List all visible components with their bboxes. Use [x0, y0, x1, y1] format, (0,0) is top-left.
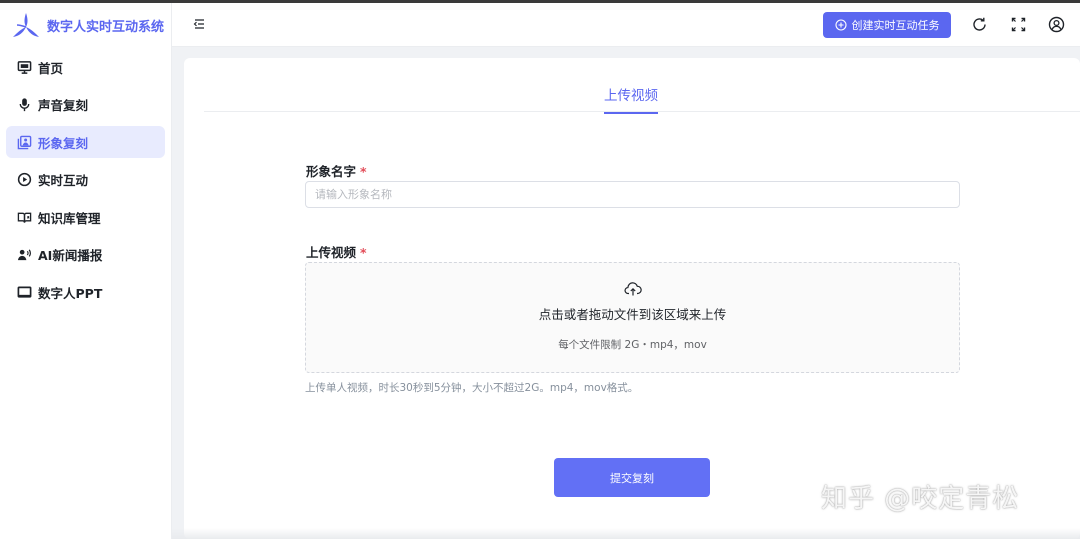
sidebar-item-ppt[interactable]: 数字人PPT: [6, 276, 165, 308]
sidebar: 数字人实时互动系统 首页 声音复刻 形象复刻 实时互动 知识库管理 AI新闻播报…: [0, 3, 172, 539]
app-title: 数字人实时互动系统: [47, 19, 165, 35]
portrait-stack-icon: [16, 134, 32, 150]
sidebar-item-label: AI新闻播报: [38, 248, 103, 263]
logo-icon: [13, 13, 39, 37]
create-task-button[interactable]: 创建实时互动任务: [823, 12, 951, 38]
sidebar-item-label: 形象复刻: [38, 135, 89, 151]
sidebar-item-realtime[interactable]: 实时互动: [6, 164, 165, 196]
sidebar-item-label: 声音复刻: [38, 98, 89, 113]
sidebar-item-voice-clone[interactable]: 声音复刻: [6, 89, 165, 121]
sidebar-menu: 首页 声音复刻 形象复刻 实时互动 知识库管理 AI新闻播报 数字人PPT: [0, 51, 171, 308]
avatar-name-input[interactable]: [305, 181, 960, 208]
dropzone-limit-text: 每个文件限制 2G・mp4，mov: [558, 339, 707, 351]
name-field-label: 形象名字 *: [306, 161, 367, 180]
name-field-label-text: 形象名字: [306, 164, 357, 179]
sidebar-item-label: 首页: [38, 60, 64, 76]
refresh-icon[interactable]: [971, 16, 988, 33]
tab-upload-video[interactable]: 上传视频: [604, 84, 658, 114]
cloud-upload-icon: [623, 282, 642, 296]
menu-collapse-icon[interactable]: [192, 17, 206, 31]
dropzone-main-text: 点击或者拖动文件到该区域来上传: [538, 307, 727, 322]
sidebar-item-label: 实时互动: [38, 173, 89, 188]
play-circle-icon: [16, 172, 32, 188]
sidebar-item-knowledge-base[interactable]: 知识库管理: [6, 201, 165, 233]
sidebar-item-avatar-clone[interactable]: 形象复刻: [6, 126, 165, 158]
watermark-text: 知乎 @咬定青松: [821, 484, 1020, 514]
sidebar-item-home[interactable]: 首页: [6, 51, 165, 83]
video-upload-dropzone[interactable]: 点击或者拖动文件到该区域来上传 每个文件限制 2G・mp4，mov: [305, 262, 960, 373]
submit-clone-button[interactable]: 提交复刻: [554, 458, 710, 497]
presentation-icon: [16, 284, 32, 300]
microphone-icon: [16, 97, 32, 113]
plus-circle-icon: [834, 19, 847, 31]
speaker-person-icon: [16, 247, 32, 263]
upload-field-label-text: 上传视频: [306, 245, 357, 260]
app-logo[interactable]: 数字人实时互动系统: [0, 3, 171, 47]
user-icon[interactable]: [1048, 16, 1065, 33]
book-icon: [16, 209, 32, 225]
bottom-shadow: [172, 528, 1080, 539]
upload-field-label: 上传视频 *: [306, 242, 367, 261]
create-task-label: 创建实时互动任务: [851, 19, 940, 32]
sidebar-item-label: 数字人PPT: [38, 285, 103, 301]
required-mark: *: [360, 245, 367, 260]
sidebar-item-ai-news[interactable]: AI新闻播报: [6, 239, 165, 271]
upload-hint-text: 上传单人视频，时长30秒到5分钟，大小不超过2G。mp4，mov格式。: [305, 382, 639, 394]
required-mark: *: [360, 164, 367, 179]
fullscreen-icon[interactable]: [1010, 16, 1027, 33]
sidebar-item-label: 知识库管理: [38, 210, 101, 226]
tab-bar: 上传视频: [204, 58, 1080, 114]
upload-card: 上传视频 形象名字* 上传视频* 点击或者拖动文件到该区域来上传 每个文件限制 …: [184, 58, 1080, 539]
monitor-icon: [16, 59, 32, 75]
top-header: 创建实时互动任务: [172, 3, 1080, 47]
